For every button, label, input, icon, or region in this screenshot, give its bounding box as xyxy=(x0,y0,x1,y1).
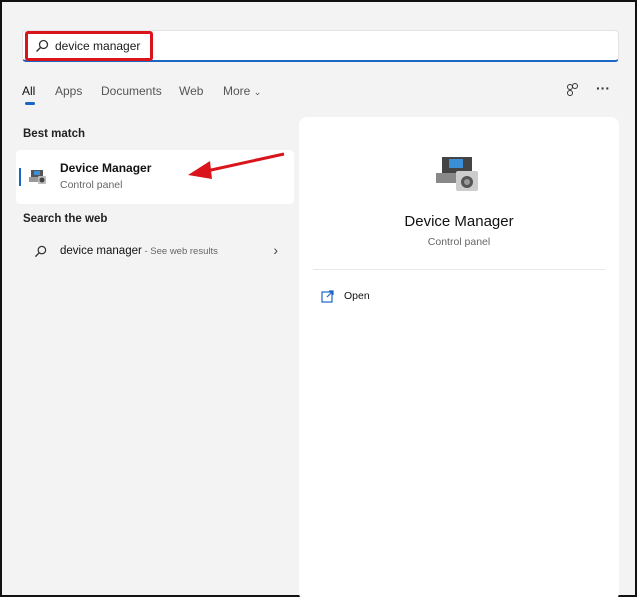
tab-apps[interactable]: Apps xyxy=(55,84,82,98)
tab-more-label: More xyxy=(223,84,251,98)
search-web-heading: Search the web xyxy=(23,213,108,225)
open-label: Open xyxy=(344,290,370,302)
web-suffix: - See web results xyxy=(141,246,218,257)
web-search-item[interactable]: device manager - See web results › xyxy=(16,238,294,264)
chevron-down-icon: ⌄ xyxy=(253,87,262,97)
divider xyxy=(313,269,605,270)
web-search-label: device manager - See web results xyxy=(60,245,218,257)
share-icon[interactable] xyxy=(565,82,581,98)
annotation-arrow xyxy=(188,152,285,179)
detail-title: Device Manager xyxy=(404,213,514,230)
tab-all[interactable]: All xyxy=(22,84,35,98)
selection-indicator xyxy=(19,168,21,186)
best-match-title: Device Manager xyxy=(60,161,152,175)
open-external-icon xyxy=(321,289,334,303)
best-match-subtitle: Control panel xyxy=(60,179,123,191)
detail-pane: Device Manager Control panel Open xyxy=(299,117,619,601)
web-query: device manager xyxy=(60,245,142,257)
tab-documents[interactable]: Documents xyxy=(101,84,162,98)
search-icon xyxy=(34,245,47,258)
open-action[interactable]: Open xyxy=(321,287,370,305)
detail-subtitle: Control panel xyxy=(427,236,491,248)
best-match-heading: Best match xyxy=(23,128,85,140)
active-tab-indicator xyxy=(25,102,35,105)
device-manager-large-icon xyxy=(436,157,478,191)
search-window: device manager All Apps Documents Web Mo… xyxy=(0,0,637,601)
annotation-highlight-box xyxy=(25,31,153,61)
device-manager-icon xyxy=(29,170,46,184)
tab-more[interactable]: More ⌄ xyxy=(223,84,261,98)
chevron-right-icon[interactable]: › xyxy=(273,242,278,258)
tab-web[interactable]: Web xyxy=(179,84,203,98)
more-icon[interactable]: ··· xyxy=(596,80,610,96)
